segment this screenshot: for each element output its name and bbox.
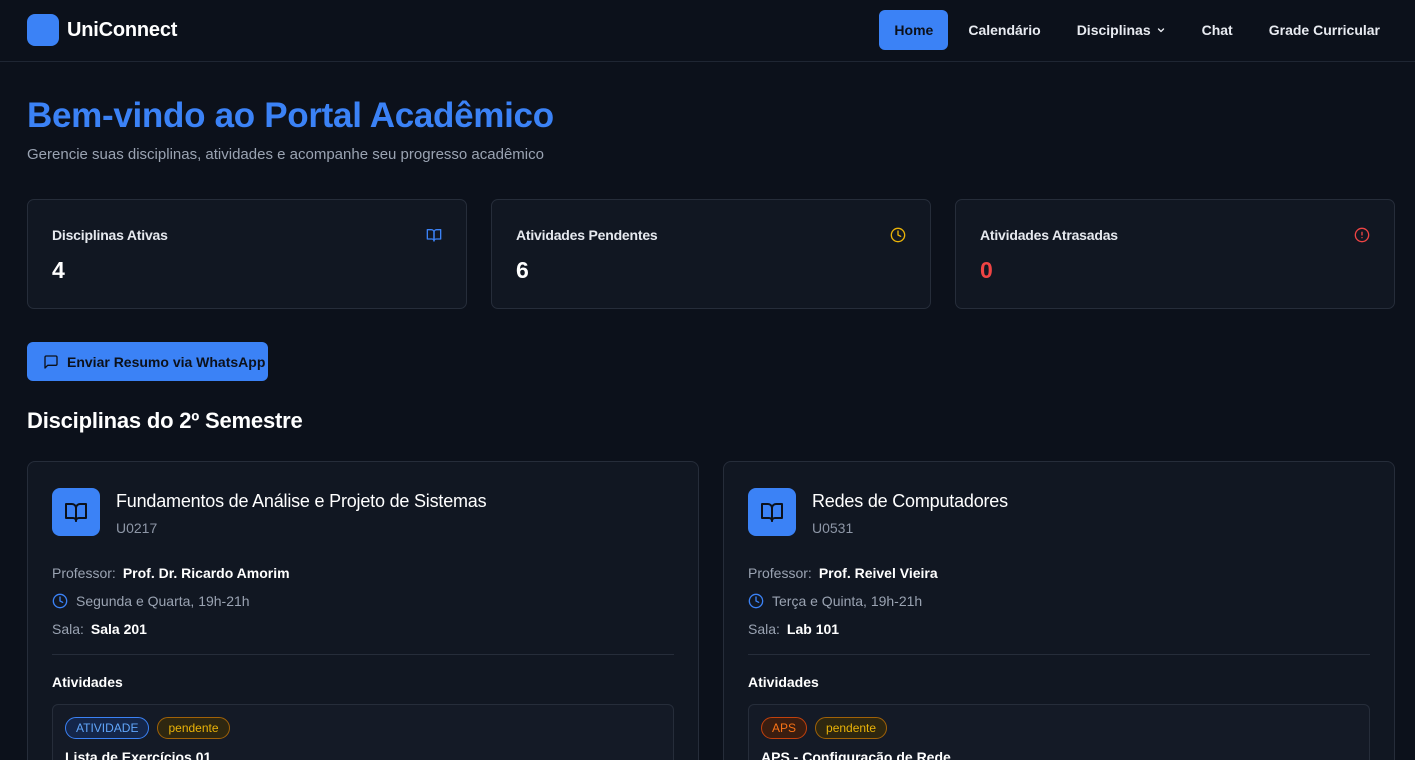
book-icon bbox=[761, 503, 783, 522]
course-title: Fundamentos de Análise e Projeto de Sist… bbox=[116, 491, 487, 511]
room-label: Sala: bbox=[52, 621, 84, 637]
page-subtitle: Gerencie suas disciplinas, atividades e … bbox=[27, 146, 544, 163]
course-code: U0531 bbox=[812, 520, 854, 536]
professor-name: Prof. Reivel Vieira bbox=[818, 565, 938, 581]
nav-item-grade-curricular[interactable]: Grade Curricular bbox=[1253, 10, 1396, 50]
divider bbox=[748, 654, 1370, 655]
book-icon bbox=[65, 503, 87, 522]
divider bbox=[52, 654, 674, 655]
activity-badges: APS pendente bbox=[761, 717, 895, 739]
nav-item-disciplinas-label: Disciplinas bbox=[1076, 22, 1151, 38]
nav-item-chat[interactable]: Chat bbox=[1186, 10, 1249, 50]
course-card[interactable]: Redes de Computadores U0531 Professor: P… bbox=[723, 461, 1395, 760]
activity-status-badge: pendente bbox=[815, 717, 888, 739]
chevron-down-icon bbox=[1157, 28, 1164, 33]
send-whatsapp-summary-button[interactable]: Enviar Resumo via WhatsApp bbox=[27, 342, 268, 381]
course-title: Redes de Computadores bbox=[812, 491, 1008, 511]
page-title: Bem-vindo ao Portal Acadêmico bbox=[27, 96, 554, 135]
course-icon bbox=[748, 488, 796, 536]
activity-title: APS - Configuração de Rede bbox=[761, 749, 951, 760]
message-icon bbox=[44, 354, 58, 369]
course-professor: Professor: Prof. Reivel Vieira bbox=[748, 565, 938, 581]
navbar: UniConnect Home Calendário Disciplinas C… bbox=[0, 0, 1415, 62]
send-whatsapp-summary-label: Enviar Resumo via WhatsApp bbox=[67, 353, 266, 370]
course-room: Sala: Sala 201 bbox=[52, 621, 147, 637]
activities-heading: Atividades bbox=[748, 674, 819, 690]
stat-value: 4 bbox=[52, 257, 65, 283]
brand[interactable]: UniConnect bbox=[27, 14, 177, 46]
brand-logo-icon bbox=[27, 14, 59, 46]
stat-value: 0 bbox=[980, 257, 993, 283]
schedule-text: Segunda e Quarta, 19h-21h bbox=[76, 593, 250, 609]
stat-card-atividades-pendentes: Atividades Pendentes 6 bbox=[491, 199, 931, 309]
stat-card-disciplinas-ativas: Disciplinas Ativas 4 bbox=[27, 199, 467, 309]
course-schedule: Terça e Quinta, 19h-21h bbox=[748, 593, 922, 609]
activity-status-badge: pendente bbox=[157, 717, 230, 739]
professor-label: Professor: bbox=[52, 565, 116, 581]
brand-name: UniConnect bbox=[67, 18, 178, 41]
section-title: Disciplinas do 2º Semestre bbox=[27, 408, 303, 433]
professor-label: Professor: bbox=[748, 565, 812, 581]
stat-label: Disciplinas Ativas bbox=[52, 227, 168, 243]
nav-item-disciplinas[interactable]: Disciplinas bbox=[1061, 10, 1182, 50]
alert-circle-icon bbox=[1354, 227, 1370, 243]
room-name: Lab 101 bbox=[786, 621, 840, 637]
clock-icon bbox=[748, 593, 764, 609]
schedule-text: Terça e Quinta, 19h-21h bbox=[772, 593, 923, 609]
stat-label: Atividades Atrasadas bbox=[980, 227, 1118, 243]
activity-title: Lista de Exercícios 01 bbox=[65, 749, 212, 760]
stat-label: Atividades Pendentes bbox=[516, 227, 658, 243]
book-icon bbox=[426, 229, 442, 242]
professor-name: Prof. Dr. Ricardo Amorim bbox=[122, 565, 290, 581]
activity-item[interactable]: APS pendente APS - Configuração de Rede bbox=[748, 704, 1370, 760]
course-room: Sala: Lab 101 bbox=[748, 621, 839, 637]
activities-heading: Atividades bbox=[52, 674, 123, 690]
clock-icon bbox=[890, 227, 906, 243]
course-professor: Professor: Prof. Dr. Ricardo Amorim bbox=[52, 565, 290, 581]
course-schedule: Segunda e Quarta, 19h-21h bbox=[52, 593, 250, 609]
main-nav: Home Calendário Disciplinas Chat Grade C… bbox=[875, 10, 1396, 50]
course-card[interactable]: Fundamentos de Análise e Projeto de Sist… bbox=[27, 461, 699, 760]
course-code: U0217 bbox=[116, 520, 158, 536]
activity-badges: ATIVIDADE pendente bbox=[65, 717, 238, 739]
course-icon bbox=[52, 488, 100, 536]
nav-item-home[interactable]: Home bbox=[879, 10, 949, 50]
nav-item-calendario[interactable]: Calendário bbox=[952, 10, 1056, 50]
stat-card-atividades-atrasadas: Atividades Atrasadas 0 bbox=[955, 199, 1395, 309]
room-label: Sala: bbox=[748, 621, 780, 637]
activity-type-badge: APS bbox=[761, 717, 808, 739]
room-name: Sala 201 bbox=[90, 621, 147, 637]
stat-value: 6 bbox=[516, 257, 529, 283]
clock-icon bbox=[52, 593, 68, 609]
activity-type-badge: ATIVIDADE bbox=[65, 717, 150, 739]
activity-item[interactable]: ATIVIDADE pendente Lista de Exercícios 0… bbox=[52, 704, 674, 760]
